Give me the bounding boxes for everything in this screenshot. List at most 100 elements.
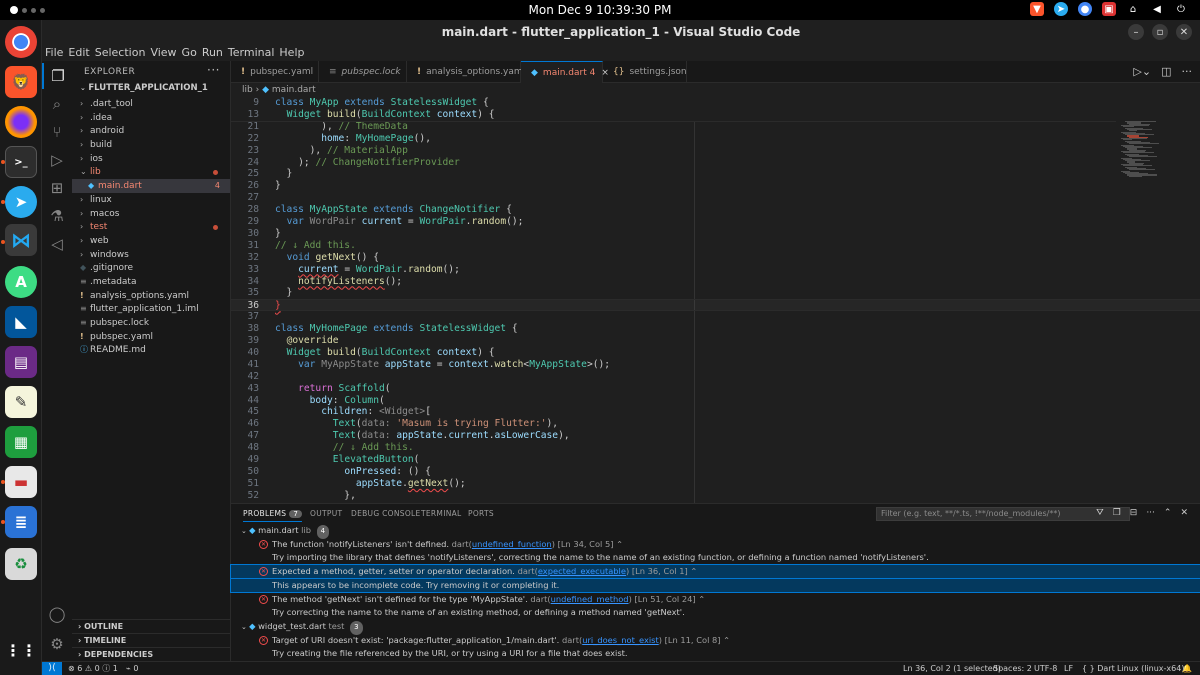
code-line[interactable]: 26}: [231, 180, 1200, 192]
problems-file-group[interactable]: ⌄ ◆ widget_test.dart test 3: [231, 620, 1200, 635]
problem-item[interactable]: ✕ The method 'getNext' isn't defined for …: [231, 593, 1200, 607]
code-line[interactable]: 35 }: [231, 287, 1200, 299]
problem-code-link[interactable]: undefined_method: [551, 594, 629, 604]
code-line[interactable]: 52 },: [231, 490, 1200, 502]
code-line[interactable]: 48 // ↓ Add this.: [231, 442, 1200, 454]
close-button[interactable]: ✕: [1176, 24, 1192, 40]
cursor-position[interactable]: Ln 36, Col 2 (1 selected): [903, 662, 1001, 675]
video-app-icon[interactable]: ▤: [5, 346, 37, 378]
problem-code-link[interactable]: undefined_function: [472, 539, 552, 549]
code-line[interactable]: 44 body: Column(: [231, 395, 1200, 407]
close-panel-icon[interactable]: ✕: [1180, 508, 1188, 518]
firefox-app-icon[interactable]: [5, 106, 37, 138]
code-line[interactable]: 37: [231, 311, 1200, 323]
more-actions-icon[interactable]: ···: [1146, 508, 1155, 518]
tab-analysis-options[interactable]: ! analysis_options.yaml: [407, 61, 525, 83]
tree-item-analysis-options[interactable]: ! analysis_options.yaml: [72, 289, 230, 303]
maximize-button[interactable]: ▫: [1152, 24, 1168, 40]
filter-icon[interactable]: ⛛: [1096, 508, 1104, 518]
tab-main-dart[interactable]: ◆ main.dart 4 ×: [521, 61, 609, 83]
chrome-app-icon[interactable]: [5, 26, 37, 58]
tab-problems[interactable]: PROBLEMS 7: [243, 509, 303, 522]
ports-status[interactable]: ⌁ 0: [126, 662, 138, 675]
minimap[interactable]: [1119, 97, 1200, 503]
code-line[interactable]: 51 appState.getNext();: [231, 478, 1200, 490]
minimize-button[interactable]: –: [1128, 24, 1144, 40]
code-line[interactable]: 25 }: [231, 168, 1200, 180]
code-line[interactable]: 39 @override: [231, 335, 1200, 347]
tree-item-iml[interactable]: ≡ flutter_application_1.iml: [72, 302, 230, 316]
problems-filter-input[interactable]: Filter (e.g. text, **/*.ts, !**/node_mod…: [876, 507, 1130, 521]
end-of-line[interactable]: LF: [1064, 662, 1073, 675]
code-line[interactable]: 46 Text(data: 'Masum is trying Flutter:'…: [231, 418, 1200, 430]
split-editor-icon[interactable]: ◫: [1161, 65, 1171, 78]
code-line[interactable]: 34 notifyListeners();: [231, 276, 1200, 288]
flutter-app-icon[interactable]: ◣: [5, 306, 37, 338]
search-icon[interactable]: ⌕: [42, 91, 72, 117]
problems-status[interactable]: ⊗ 6 ⚠ 0 ⓘ 1: [68, 662, 118, 675]
vscode-app-icon[interactable]: ⋈: [5, 224, 37, 256]
code-line[interactable]: 22 home: MyHomePage(),: [231, 133, 1200, 145]
problem-item[interactable]: ✕ Target of URI doesn't exist: 'package:f…: [231, 634, 1200, 648]
maximize-panel-icon[interactable]: ⌃: [1164, 508, 1172, 518]
encoding[interactable]: UTF-8: [1034, 662, 1057, 675]
code-line[interactable]: 43 return Scaffold(: [231, 383, 1200, 395]
code-line[interactable]: 41 var MyAppState appState = context.wat…: [231, 359, 1200, 371]
tree-item-gitignore[interactable]: ◆ .gitignore: [72, 261, 230, 275]
menu-run[interactable]: Run: [202, 44, 228, 61]
trash-icon[interactable]: ♻: [5, 548, 37, 580]
problem-item[interactable]: ✕ The function 'notifyListeners' isn't de…: [231, 538, 1200, 552]
run-debug-icon[interactable]: ▷: [42, 147, 72, 173]
tab-pubspec-lock[interactable]: ≡ pubspec.lock: [319, 61, 407, 83]
code-line[interactable]: 45 children: <Widget>[: [231, 406, 1200, 418]
brave-app-icon[interactable]: 🦁: [5, 66, 37, 98]
code-line[interactable]: 42: [231, 371, 1200, 383]
terminal-app-icon[interactable]: >_: [5, 146, 37, 178]
problem-item[interactable]: ✕ Expected a method, getter, setter or op…: [230, 564, 1200, 580]
tree-item-main-dart[interactable]: ◆ main.dart 4: [72, 179, 230, 193]
files-app-icon[interactable]: ▬: [5, 466, 37, 498]
code-line[interactable]: 27: [231, 192, 1200, 204]
tree-item-linux[interactable]: › linux: [72, 193, 230, 207]
problems-file-group[interactable]: ⌄ ◆ main.dart lib 4: [231, 524, 1200, 539]
notifications-bell-icon[interactable]: 🔔: [1182, 662, 1192, 675]
telegram-tray-icon[interactable]: ➤: [1054, 2, 1068, 16]
tab-debug-console[interactable]: DEBUG CONSOLE: [351, 509, 421, 518]
testing-icon[interactable]: ⚗: [42, 203, 72, 229]
flutter-icon[interactable]: ◁: [42, 231, 72, 257]
chrome-tray-icon[interactable]: ●: [1078, 2, 1092, 16]
collapse-all-icon[interactable]: ⊟: [1130, 508, 1138, 518]
tree-item-pubspec-lock[interactable]: ≡ pubspec.lock: [72, 316, 230, 330]
code-line[interactable]: 21 ), // ThemeData: [231, 121, 1200, 133]
tab-terminal[interactable]: TERMINAL: [421, 509, 462, 518]
problem-hint[interactable]: Try creating the file referenced by the …: [231, 647, 1200, 661]
menu-file[interactable]: File: [45, 44, 68, 61]
timeline-section[interactable]: › TIMELINE: [72, 633, 231, 647]
tree-item-windows[interactable]: › windows: [72, 248, 230, 262]
volume-icon[interactable]: ◀: [1150, 2, 1164, 16]
power-icon[interactable]: ⏻: [1174, 2, 1188, 16]
tree-item-idea[interactable]: › .idea: [72, 111, 230, 125]
menu-help[interactable]: Help: [279, 44, 309, 61]
tab-settings-json[interactable]: {} settings.json: [603, 61, 687, 83]
document-app-icon[interactable]: ≣: [5, 506, 37, 538]
breadcrumb-file[interactable]: main.dart: [272, 85, 316, 95]
network-icon[interactable]: ⌂: [1126, 2, 1140, 16]
tree-item-dart-tool[interactable]: › .dart_tool: [72, 97, 230, 111]
code-line[interactable]: 50 onPressed: () {: [231, 466, 1200, 478]
tree-item-build[interactable]: › build: [72, 138, 230, 152]
code-line[interactable]: 40 Widget build(BuildContext context) {: [231, 347, 1200, 359]
menu-go[interactable]: Go: [182, 44, 202, 61]
account-icon[interactable]: ◯: [42, 601, 72, 627]
code-line[interactable]: 24 ); // ChangeNotifierProvider: [231, 157, 1200, 169]
tree-item-readme[interactable]: ⓘ README.md: [72, 343, 230, 357]
problem-code-link[interactable]: expected_executable: [538, 566, 626, 576]
code-line[interactable]: 33 current = WordPair.random();: [231, 264, 1200, 276]
code-editor[interactable]: 9 class MyApp extends StatelessWidget {13…: [231, 97, 1200, 503]
menu-selection[interactable]: Selection: [95, 44, 151, 61]
tree-item-macos[interactable]: › macos: [72, 207, 230, 221]
menu-edit[interactable]: Edit: [68, 44, 94, 61]
source-control-icon[interactable]: ⑂: [42, 119, 72, 145]
menu-view[interactable]: View: [150, 44, 181, 61]
tree-item-metadata[interactable]: ≡ .metadata: [72, 275, 230, 289]
